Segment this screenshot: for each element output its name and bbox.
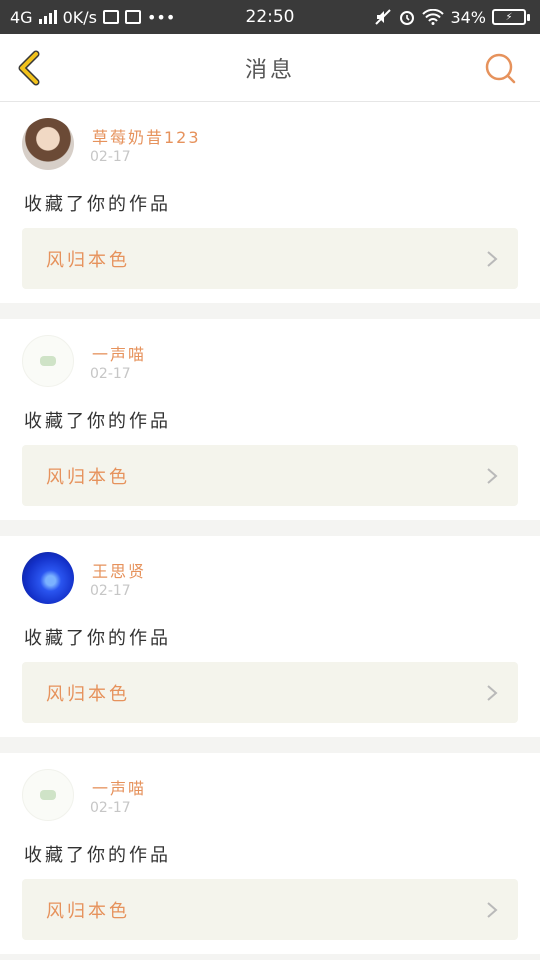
user-avatar[interactable] (22, 769, 74, 821)
net-speed: 0K/s (62, 7, 97, 27)
list-divider (0, 520, 540, 536)
user-avatar[interactable] (22, 118, 74, 170)
wifi-icon (422, 9, 445, 25)
work-link[interactable]: 风归本色 (22, 445, 518, 506)
message-date: 02-17 (90, 149, 131, 165)
signal-icon (38, 10, 57, 24)
list-divider (0, 303, 540, 319)
work-title: 风归本色 (46, 249, 130, 271)
network-label: 4G (10, 7, 33, 27)
chevron-right-icon (487, 467, 498, 484)
message-card: 一声喵 02-17 收藏了你的作品 风归本色 (0, 753, 540, 954)
alarm-icon (400, 11, 415, 25)
message-card: 王思贤 02-17 收藏了你的作品 风归本色 (0, 536, 540, 737)
page-title: 消息 (244, 57, 295, 83)
chevron-right-icon (487, 250, 498, 267)
status-left: 4G 0K/s ••• (10, 8, 175, 27)
status-bar: 4G 0K/s ••• 22:50 34% ⚡ (0, 0, 540, 34)
battery-icon: ⚡ (492, 9, 530, 25)
app-notification-icon (102, 10, 119, 24)
top-nav-bar: 消息 (0, 34, 540, 102)
message-card: 一声喵 02-17 收藏了你的作品 风归本色 (0, 319, 540, 520)
work-title: 风归本色 (46, 683, 130, 705)
back-button[interactable] (14, 50, 46, 86)
username-link[interactable]: 草莓奶昔123 (92, 124, 201, 148)
message-action-text: 收藏了你的作品 (24, 628, 171, 649)
work-link[interactable]: 风归本色 (22, 228, 518, 289)
storage-icon (124, 10, 141, 24)
status-right: 34% ⚡ (374, 8, 530, 27)
more-notifications-icon: ••• (146, 7, 176, 27)
work-link[interactable]: 风归本色 (22, 662, 518, 723)
chevron-left-icon (18, 50, 40, 86)
list-divider (0, 737, 540, 753)
username-link[interactable]: 一声喵 (92, 341, 146, 365)
mute-icon (375, 9, 392, 25)
search-button[interactable] (484, 52, 518, 86)
message-date: 02-17 (90, 800, 131, 816)
message-action-text: 收藏了你的作品 (24, 194, 171, 215)
message-date: 02-17 (90, 366, 131, 382)
message-date: 02-17 (90, 583, 131, 599)
work-link[interactable]: 风归本色 (22, 879, 518, 940)
message-action-text: 收藏了你的作品 (24, 411, 171, 432)
username-link[interactable]: 王思贤 (92, 558, 146, 582)
message-card: 草莓奶昔123 02-17 收藏了你的作品 风归本色 (0, 102, 540, 303)
message-list: 草莓奶昔123 02-17 收藏了你的作品 风归本色 一声喵 02-17 收藏了… (0, 102, 540, 954)
work-title: 风归本色 (46, 466, 130, 488)
username-link[interactable]: 一声喵 (92, 775, 146, 799)
battery-percent: 34% (450, 7, 486, 27)
user-avatar[interactable] (22, 552, 74, 604)
search-icon (485, 53, 516, 84)
user-avatar[interactable] (22, 335, 74, 387)
chevron-right-icon (487, 684, 498, 701)
chevron-right-icon (487, 901, 498, 918)
message-action-text: 收藏了你的作品 (24, 845, 171, 866)
work-title: 风归本色 (46, 900, 130, 922)
